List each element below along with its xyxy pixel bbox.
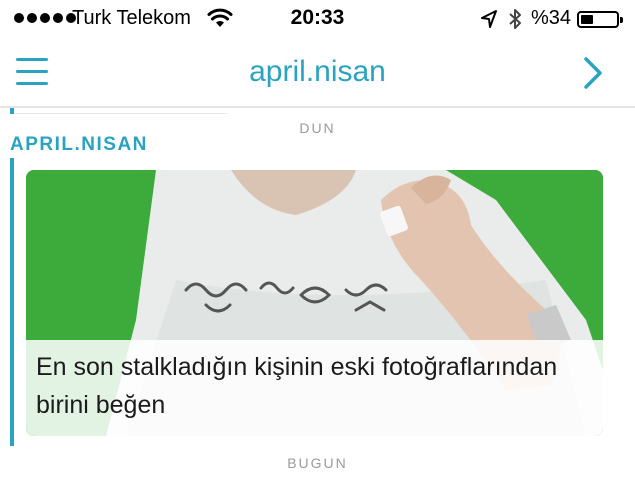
battery-icon xyxy=(577,11,623,28)
story-card[interactable]: En son stalkladığın kişinin eski fotoğra… xyxy=(26,170,603,436)
sender-name: APRIL.NISAN xyxy=(10,134,148,155)
battery-level xyxy=(581,15,593,24)
location-arrow-icon xyxy=(481,10,497,28)
chat-title[interactable]: april.nisan xyxy=(0,55,635,89)
story-caption: En son stalkladığın kişinin eski fotoğra… xyxy=(36,353,558,419)
caption-overlay: En son stalkladığın kişinin eski fotoğra… xyxy=(26,340,603,436)
date-separator-today: BUGUN xyxy=(287,455,348,471)
chevron-right-icon[interactable] xyxy=(580,54,606,92)
bluetooth-icon xyxy=(509,9,521,29)
message-accent-bar xyxy=(10,158,14,446)
status-bar: Turk Telekom 20:33 %34 xyxy=(0,0,635,38)
battery-percentage: %34 xyxy=(531,7,572,29)
navigation-bar: april.nisan xyxy=(0,38,635,108)
divider xyxy=(14,113,228,114)
